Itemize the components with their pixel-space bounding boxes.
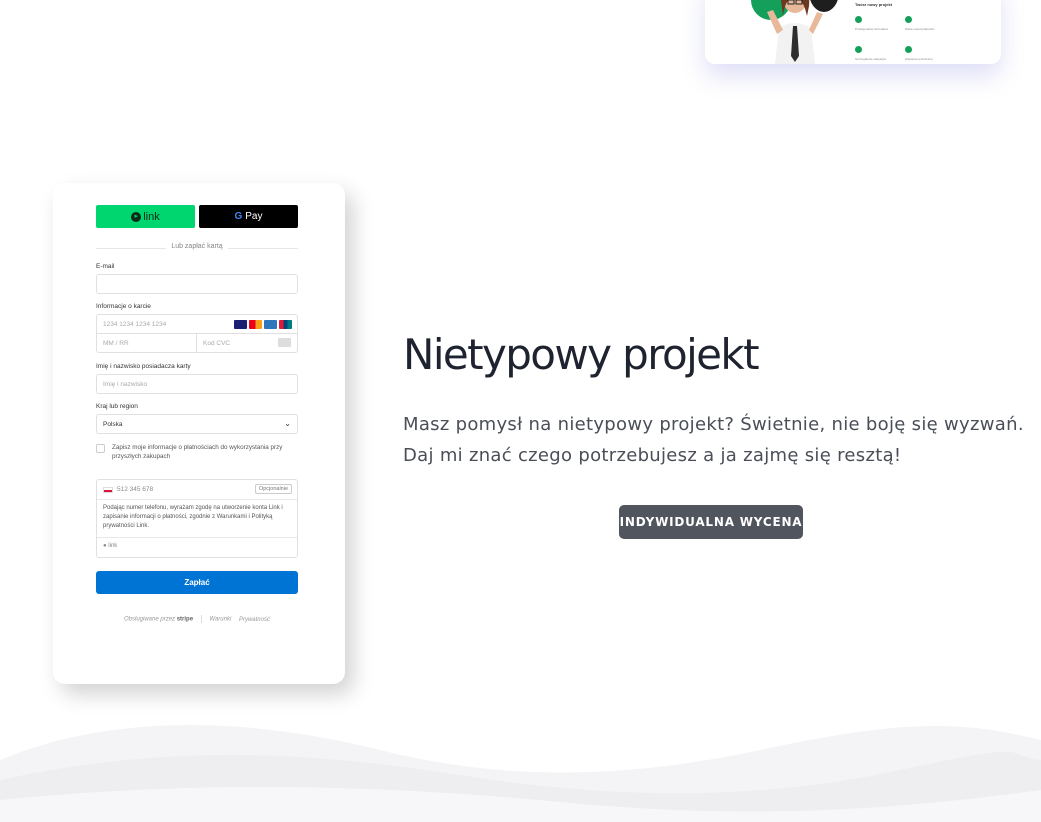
- terms-link[interactable]: Warunki: [209, 617, 231, 623]
- cardholder-name-field[interactable]: Imię i nazwisko: [96, 374, 298, 394]
- feature-icon: [905, 16, 912, 23]
- link-logo-icon: ●: [103, 543, 107, 549]
- save-info-text: Zapisz moje informacje o płatnościach do…: [112, 444, 283, 461]
- link-footer: ● link: [97, 538, 297, 557]
- feature-label: Profesjonalne formularze: [855, 27, 889, 31]
- mastercard-icon: [249, 320, 262, 329]
- cvc-placeholder: Kod CVC: [203, 340, 231, 347]
- optional-badge: Opcjonalnie: [254, 484, 292, 494]
- stripe-footer: Obsługiwane przez stripe Warunki Prywatn…: [96, 615, 298, 623]
- person-illustration: [767, 0, 823, 64]
- stripe-logo: stripe: [176, 616, 194, 623]
- phone-consent-text: Podając numer telefonu, wyrażam zgodę na…: [97, 500, 297, 538]
- expiry-field[interactable]: MM / RR: [96, 333, 197, 353]
- google-g-icon: G: [234, 211, 243, 222]
- country-value: Polska: [103, 421, 123, 428]
- phone-field[interactable]: 512 345 678 Opcjonalnie: [97, 480, 297, 500]
- section-title: Nietypowy projekt: [403, 330, 760, 379]
- gpay-button-label: Pay: [245, 211, 263, 222]
- feature-icon: [855, 16, 862, 23]
- unionpay-icon: [279, 320, 292, 329]
- divider-text: Lub zapłać kartą: [171, 243, 223, 250]
- privacy-link[interactable]: Prywatność: [239, 617, 270, 623]
- email-label: E-mail: [96, 263, 115, 270]
- link-pay-button[interactable]: ▸ link: [96, 205, 195, 228]
- link-footer-label: link: [108, 543, 118, 549]
- amex-icon: [264, 320, 277, 329]
- custom-quote-button[interactable]: INDYWIDUALNA WYCENA: [619, 505, 803, 539]
- section-description: Masz pomysł na nietypowy projekt? Świetn…: [403, 409, 1033, 471]
- description-line-2: Daj mi znać czego potrzebujesz a ja zajm…: [403, 445, 902, 466]
- or-divider: Lub zapłać kartą: [96, 243, 298, 253]
- powered-by-text: Obsługiwane przez: [124, 616, 176, 623]
- save-info-checkbox[interactable]: [96, 444, 105, 453]
- poland-flag-icon: [103, 487, 113, 493]
- payment-form-card: ▸ link G Pay Lub zapłać kartą E-mail Inf…: [53, 183, 345, 684]
- feature-icon: [855, 46, 862, 53]
- cvc-field[interactable]: Kod CVC: [197, 333, 298, 353]
- country-label: Kraj lub region: [96, 403, 138, 410]
- link-signup-box: 512 345 678 Opcjonalnie Podając numer te…: [96, 479, 298, 558]
- description-line-1: Masz pomysł na nietypowy projekt? Świetn…: [403, 414, 1024, 435]
- card-brands: [234, 320, 292, 329]
- card-number-placeholder: 1234 1234 1234 1234: [103, 321, 167, 328]
- cvc-card-icon: [278, 338, 291, 347]
- feature-label: Szczegółowe statystyki: [855, 57, 886, 61]
- cardholder-name-label: Imię i nazwisko posiadacza karty: [96, 363, 191, 370]
- visa-icon: [234, 320, 247, 329]
- card-number-field[interactable]: 1234 1234 1234 1234: [96, 314, 298, 334]
- preview-heading: Twórz nowy projekt: [855, 2, 893, 7]
- email-field[interactable]: [96, 274, 298, 294]
- pay-button[interactable]: Zapłać: [96, 571, 298, 594]
- chevron-down-icon: ⌄: [284, 419, 291, 428]
- card-info-label: Informacje o karcie: [96, 303, 151, 310]
- cardholder-name-placeholder: Imię i nazwisko: [103, 381, 148, 388]
- link-button-label: link: [143, 210, 160, 223]
- decorative-waves: [0, 725, 1041, 822]
- google-pay-button[interactable]: G Pay: [199, 205, 298, 228]
- feature-icon: [905, 46, 912, 53]
- expiry-placeholder: MM / RR: [103, 340, 129, 347]
- footer-separator: [200, 615, 202, 623]
- feature-label: Wiele metod płatności: [905, 27, 935, 31]
- country-select[interactable]: Polska ⌄: [96, 414, 298, 434]
- preview-card: Twórz nowy projekt Profesjonalne formula…: [705, 0, 1001, 64]
- feature-label: Wsparcie techniczne: [905, 57, 933, 61]
- link-arrow-icon: ▸: [131, 211, 142, 222]
- phone-placeholder: 512 345 678: [117, 486, 154, 493]
